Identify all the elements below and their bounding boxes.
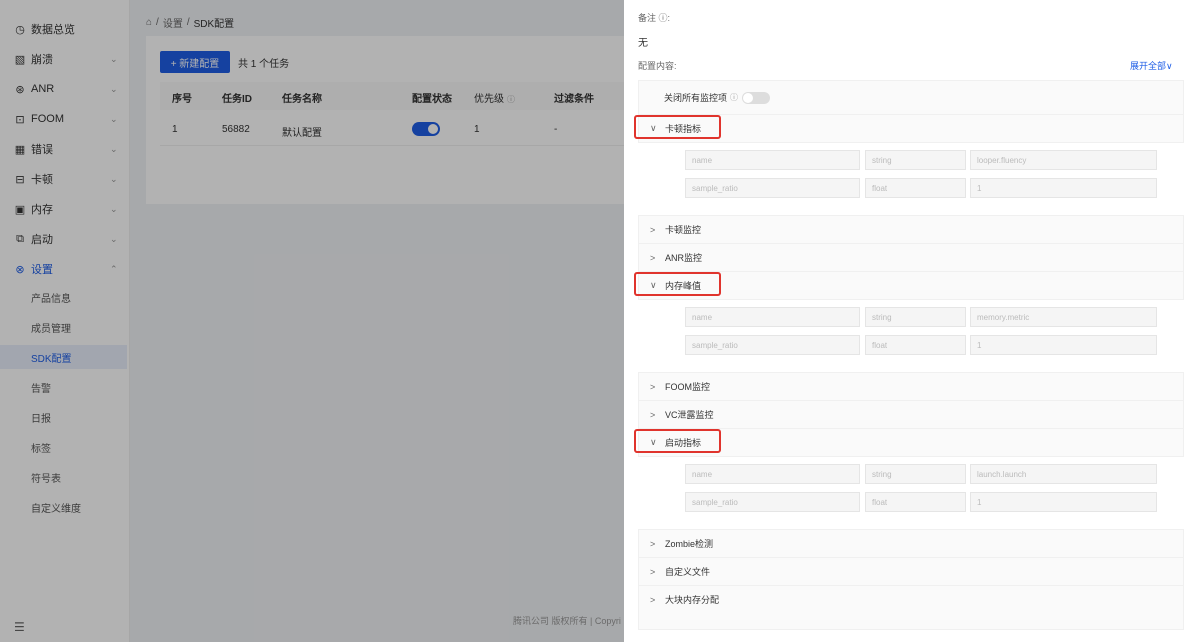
param-type-field: string [865, 150, 966, 170]
param-name-field: sample_ratio [685, 492, 860, 512]
section-header[interactable]: > 卡顿监控 [638, 215, 1184, 243]
param-name-field: name [685, 150, 860, 170]
param-type-field: float [865, 335, 966, 355]
config-content-label: 配置内容: [638, 61, 677, 71]
highlight-box [634, 429, 721, 453]
param-value-field: looper.fluency [970, 150, 1157, 170]
chevron-right-icon: > [650, 381, 656, 392]
config-drawer: 备注 ⓘ: 无 配置内容: 展开全部∨ 关闭所有监控项 ⓘ ∨ 卡顿指标 name s… [624, 0, 1194, 642]
param-value-field: memory.metric [970, 307, 1157, 327]
expand-all-link[interactable]: 展开全部∨ [1130, 59, 1173, 72]
param-type-field: float [865, 492, 966, 512]
highlight-box [634, 115, 721, 139]
section-header[interactable]: > FOOM监控 [638, 372, 1184, 400]
section-title: FOOM监控 [665, 382, 710, 392]
highlight-box [634, 272, 721, 296]
help-icon[interactable]: ⓘ [730, 92, 738, 103]
param-name-field: sample_ratio [685, 335, 860, 355]
chevron-right-icon: > [650, 252, 656, 263]
section-header[interactable]: > VC泄露监控 [638, 400, 1184, 428]
close-all-monitors-toggle[interactable] [742, 91, 771, 104]
chevron-right-icon: > [650, 594, 656, 605]
section-title: Zombie检测 [665, 539, 714, 549]
chevron-right-icon: > [650, 224, 656, 235]
close-all-monitors-row: 关闭所有监控项 ⓘ [664, 91, 771, 104]
param-value-field: 1 [970, 178, 1157, 198]
section-header[interactable]: > ANR监控 [638, 243, 1184, 271]
chevron-right-icon: > [650, 409, 656, 420]
section-title: 卡顿监控 [665, 225, 702, 235]
remark-value: 无 [638, 38, 648, 49]
section-title: ANR监控 [665, 253, 703, 263]
section-title: 大块内存分配 [665, 595, 720, 605]
param-name-field: name [685, 464, 860, 484]
param-type-field: string [865, 307, 966, 327]
section-header[interactable]: > 大块内存分配 [638, 585, 1184, 613]
chevron-right-icon: > [650, 538, 656, 549]
param-name-field: name [685, 307, 860, 327]
param-value-field: 1 [970, 335, 1157, 355]
drawer-mask[interactable] [0, 0, 624, 642]
close-all-monitors-label: 关闭所有监控项 [664, 93, 728, 103]
section-header[interactable]: > Zombie检测 [638, 529, 1184, 557]
param-type-field: float [865, 178, 966, 198]
section-title: 自定义文件 [665, 567, 711, 577]
param-type-field: string [865, 464, 966, 484]
section-title: VC泄露监控 [665, 410, 714, 420]
param-value-field: launch.launch [970, 464, 1157, 484]
section-header[interactable]: > 自定义文件 [638, 557, 1184, 585]
param-name-field: sample_ratio [685, 178, 860, 198]
remark-label: 备注 ⓘ: [638, 13, 671, 23]
chevron-right-icon: > [650, 566, 656, 577]
param-value-field: 1 [970, 492, 1157, 512]
